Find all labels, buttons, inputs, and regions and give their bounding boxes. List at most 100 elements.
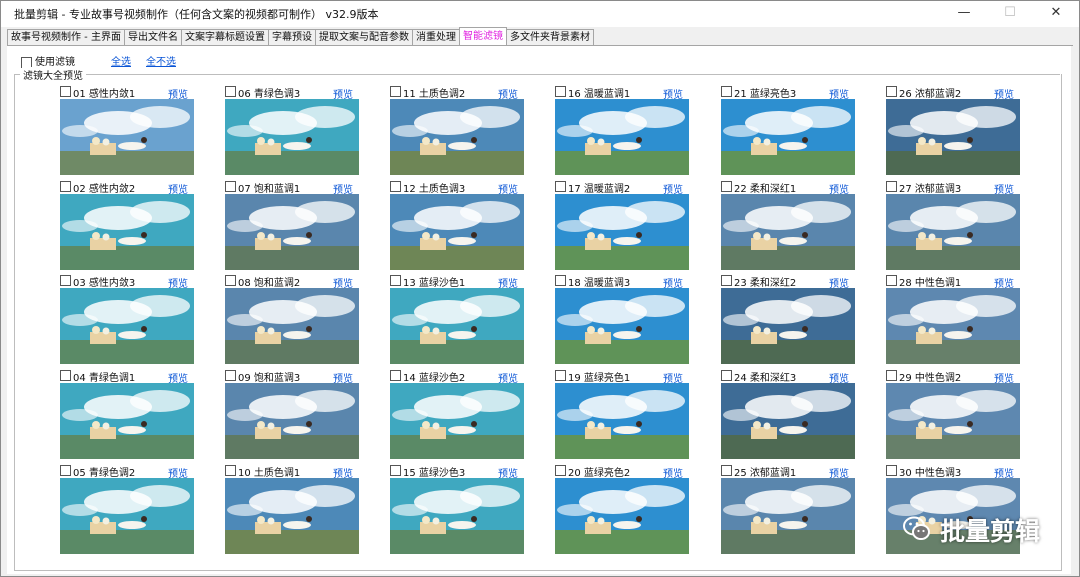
filter-thumbnail[interactable] (225, 383, 359, 459)
filter-label: 24 柔和深红3 (734, 373, 797, 384)
minimize-icon: — (957, 5, 971, 20)
filter-thumbnail[interactable] (886, 194, 1020, 270)
filter-thumbnail[interactable] (555, 194, 689, 270)
filter-thumbnail[interactable] (555, 478, 689, 554)
filter-item: 19 蓝绿亮色1 预览 (555, 369, 700, 464)
filter-thumbnail[interactable] (555, 99, 689, 175)
filter-checkbox[interactable] (60, 86, 71, 97)
filter-label: 07 饱和蓝调1 (238, 184, 301, 195)
filter-label: 04 青绿色调1 (73, 373, 136, 384)
close-button[interactable]: ✕ (1033, 1, 1079, 27)
close-icon: ✕ (1050, 5, 1062, 20)
filter-checkbox[interactable] (225, 181, 236, 192)
tab-item[interactable]: 文案字幕标题设置 (180, 29, 269, 45)
filter-checkbox[interactable] (390, 181, 401, 192)
filter-item: 14 蓝绿沙色2 预览 (390, 369, 535, 464)
filter-label: 10 土质色调1 (238, 468, 301, 479)
filter-checkbox[interactable] (225, 370, 236, 381)
filter-thumbnail[interactable] (60, 99, 194, 175)
filter-checkbox[interactable] (60, 370, 71, 381)
filter-thumbnail[interactable] (886, 99, 1020, 175)
filter-thumbnail[interactable] (390, 288, 524, 364)
filter-checkbox[interactable] (390, 275, 401, 286)
minimize-button[interactable]: — (941, 1, 987, 27)
tab-item[interactable]: 消重处理 (411, 29, 460, 45)
tab-item[interactable]: 多文件夹背景素材 (505, 29, 594, 45)
filter-checkbox[interactable] (390, 465, 401, 476)
filter-thumbnail[interactable] (886, 288, 1020, 364)
filter-label: 29 中性色调2 (899, 373, 962, 384)
filter-checkbox[interactable] (721, 86, 732, 97)
filter-item: 06 青绿色调3 预览 (225, 85, 370, 180)
filter-label: 03 感性内敛3 (73, 278, 136, 289)
filter-thumbnail[interactable] (555, 288, 689, 364)
filter-thumbnail[interactable] (60, 478, 194, 554)
filter-checkbox[interactable] (555, 181, 566, 192)
filter-checkbox[interactable] (555, 275, 566, 286)
filter-thumbnail[interactable] (886, 383, 1020, 459)
filter-thumbnail[interactable] (721, 478, 855, 554)
filter-label: 08 饱和蓝调2 (238, 278, 301, 289)
filter-thumbnail[interactable] (390, 194, 524, 270)
select-none-link[interactable]: 全不选 (146, 53, 176, 68)
filter-item: 15 蓝绿沙色3 预览 (390, 464, 535, 559)
filter-label: 28 中性色调1 (899, 278, 962, 289)
filter-checkbox[interactable] (555, 370, 566, 381)
filter-checkbox[interactable] (225, 275, 236, 286)
filter-thumbnail[interactable] (225, 194, 359, 270)
filter-thumbnail[interactable] (390, 478, 524, 554)
filter-checkbox[interactable] (60, 275, 71, 286)
filter-checkbox[interactable] (390, 370, 401, 381)
use-filter-checkbox[interactable]: 使用滤镜 (21, 53, 75, 68)
filter-checkbox[interactable] (60, 465, 71, 476)
filter-thumbnail[interactable] (721, 383, 855, 459)
filter-label: 20 蓝绿亮色2 (568, 468, 631, 479)
select-all-link[interactable]: 全选 (111, 53, 131, 68)
filter-item: 28 中性色调1 预览 (886, 274, 1031, 369)
tab-strip: 故事号视频制作 - 主界面 导出文件名 文案字幕标题设置 字幕预设 提取文案与配音参数消… (7, 27, 594, 46)
filter-checkbox[interactable] (555, 465, 566, 476)
group-title: 滤镜大全预览 (22, 67, 84, 82)
filter-checkbox[interactable] (225, 465, 236, 476)
filter-label: 23 柔和深红2 (734, 278, 797, 289)
filter-item: 29 中性色调2 预览 (886, 369, 1031, 464)
filter-label: 26 浓郁蓝调2 (899, 89, 962, 100)
filter-thumbnail[interactable] (390, 99, 524, 175)
tab-item[interactable]: 提取文案与配音参数 (314, 29, 413, 45)
filter-label: 22 柔和深红1 (734, 184, 797, 195)
filter-checkbox[interactable] (390, 86, 401, 97)
filter-thumbnail[interactable] (225, 478, 359, 554)
filter-checkbox[interactable] (721, 181, 732, 192)
filter-thumbnail[interactable] (60, 288, 194, 364)
filter-checkbox[interactable] (721, 465, 732, 476)
filter-checkbox[interactable] (886, 181, 897, 192)
tab-item[interactable]: 导出文件名 (123, 29, 182, 45)
filter-checkbox[interactable] (555, 86, 566, 97)
filter-thumbnail[interactable] (390, 383, 524, 459)
tab-item[interactable]: 智能滤镜 (458, 27, 507, 45)
tab-item[interactable]: 字幕预设 (267, 29, 316, 45)
filter-checkbox[interactable] (225, 86, 236, 97)
tab-item[interactable]: 故事号视频制作 - 主界面 (7, 29, 125, 45)
filter-thumbnail[interactable] (225, 288, 359, 364)
filter-checkbox[interactable] (60, 181, 71, 192)
filter-checkbox[interactable] (721, 370, 732, 381)
filter-thumbnail[interactable] (721, 194, 855, 270)
filter-thumbnail[interactable] (555, 383, 689, 459)
filter-thumbnail[interactable] (721, 99, 855, 175)
filter-thumbnail[interactable] (60, 194, 194, 270)
filter-checkbox[interactable] (886, 86, 897, 97)
filter-item: 18 温暖蓝调3 预览 (555, 274, 700, 369)
filter-thumbnail[interactable] (60, 383, 194, 459)
filter-item: 09 饱和蓝调3 预览 (225, 369, 370, 464)
filter-thumbnail[interactable] (225, 99, 359, 175)
filter-item: 02 感性内敛2 预览 (60, 180, 205, 275)
filter-label: 18 温暖蓝调3 (568, 278, 631, 289)
filter-checkbox[interactable] (721, 275, 732, 286)
filter-checkbox[interactable] (886, 275, 897, 286)
filter-item: 08 饱和蓝调2 预览 (225, 274, 370, 369)
filter-thumbnail[interactable] (721, 288, 855, 364)
filter-checkbox[interactable] (886, 370, 897, 381)
maximize-button[interactable]: ☐ (987, 1, 1033, 27)
filter-checkbox[interactable] (886, 465, 897, 476)
